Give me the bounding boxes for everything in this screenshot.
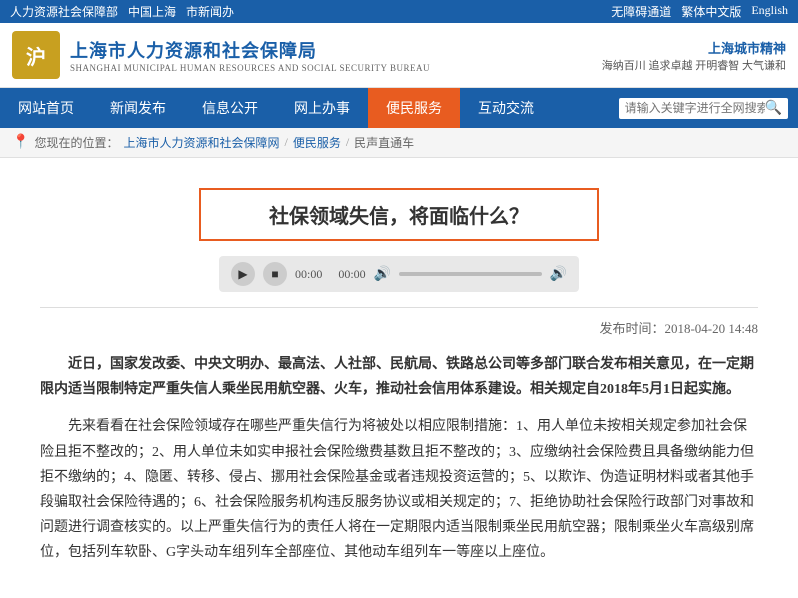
article-body: 近日，国家发改委、中央文明办、最高法、人社部、民航局、铁路总公司等多部门联合发布… xyxy=(40,352,758,566)
top-bar-accessibility[interactable]: 无障碍通道 xyxy=(611,3,671,20)
search-icon[interactable]: 🔍 xyxy=(765,100,782,117)
logo-title-cn: 上海市人力资源和社会保障局 xyxy=(70,37,430,63)
volume-max-icon: 🔊 xyxy=(550,266,567,283)
header-right: 上海城市精神 海纳百川 追求卓越 开明睿智 大气谦和 xyxy=(602,38,786,73)
nav-item-service[interactable]: 便民服务 xyxy=(368,88,460,128)
top-bar: 人力资源社会保障部 中国上海 市新闻办 无障碍通道 繁体中文版 English xyxy=(0,0,798,23)
breadcrumb-sep-1: / xyxy=(284,135,287,150)
search-bar: 🔍 xyxy=(619,98,788,119)
top-bar-traditional-chinese[interactable]: 繁体中文版 xyxy=(681,3,741,20)
nav-item-online[interactable]: 网上办事 xyxy=(276,88,368,128)
volume-icon[interactable]: 🔊 xyxy=(374,266,391,283)
breadcrumb-home[interactable]: 上海市人力资源和社会保障网 xyxy=(123,134,279,151)
nav-item-interact[interactable]: 互动交流 xyxy=(460,88,552,128)
breadcrumb-label: 您现在的位置： xyxy=(34,134,118,151)
top-bar-right: 无障碍通道 繁体中文版 English xyxy=(611,3,788,20)
nav-items: 网站首页 新闻发布 信息公开 网上办事 便民服务 互动交流 xyxy=(0,88,609,128)
nav-item-home[interactable]: 网站首页 xyxy=(0,88,92,128)
breadcrumb-sep-2: / xyxy=(346,135,349,150)
article-title-box: 社保领域失信，将面临什么？ xyxy=(199,188,599,241)
top-bar-left: 人力资源社会保障部 中国上海 市新闻办 xyxy=(10,3,234,20)
top-bar-link-news[interactable]: 市新闻办 xyxy=(186,3,234,20)
spirit-title: 上海城市精神 xyxy=(708,38,786,57)
top-bar-english[interactable]: English xyxy=(751,3,788,20)
logo-char: 沪 xyxy=(26,41,46,70)
audio-progress-bar[interactable] xyxy=(399,272,541,276)
search-input[interactable] xyxy=(625,101,765,115)
top-bar-link-hrss[interactable]: 人力资源社会保障部 xyxy=(10,3,118,20)
stop-button[interactable]: ■ xyxy=(263,262,287,286)
audio-time-end: 00:00 xyxy=(338,267,365,282)
header: 沪 上海市人力资源和社会保障局 SHANGHAI MUNICIPAL HUMAN… xyxy=(0,23,798,88)
logo-title-en: SHANGHAI MUNICIPAL HUMAN RESOURCES AND S… xyxy=(70,63,430,73)
logo-icon: 沪 xyxy=(12,31,60,79)
top-bar-link-shanghai[interactable]: 中国上海 xyxy=(128,3,176,20)
breadcrumb: 📍 您现在的位置： 上海市人力资源和社会保障网 / 便民服务 / 民声直通车 xyxy=(0,128,798,158)
divider-top xyxy=(40,307,758,308)
main-nav: 网站首页 新闻发布 信息公开 网上办事 便民服务 互动交流 🔍 xyxy=(0,88,798,128)
nav-item-info[interactable]: 信息公开 xyxy=(184,88,276,128)
play-button[interactable]: ▶ xyxy=(231,262,255,286)
article-paragraph-1: 近日，国家发改委、中央文明办、最高法、人社部、民航局、铁路总公司等多部门联合发布… xyxy=(40,352,758,402)
article-title: 社保领域失信，将面临什么？ xyxy=(269,206,529,228)
header-left: 沪 上海市人力资源和社会保障局 SHANGHAI MUNICIPAL HUMAN… xyxy=(12,31,430,79)
article-paragraph-2: 先来看看在社会保险领域存在哪些严重失信行为将被处以相应限制措施：1、用人单位未按… xyxy=(40,414,758,565)
logo-text: 上海市人力资源和社会保障局 SHANGHAI MUNICIPAL HUMAN R… xyxy=(70,37,430,73)
content-area: 社保领域失信，将面临什么？ ▶ ■ 00:00 00:00 🔊 🔊 发布时间：2… xyxy=(0,158,798,598)
breadcrumb-service[interactable]: 便民服务 xyxy=(293,134,341,151)
location-icon: 📍 xyxy=(12,134,29,151)
breadcrumb-current: 民声直通车 xyxy=(354,134,414,151)
audio-player: ▶ ■ 00:00 00:00 🔊 🔊 xyxy=(219,256,579,292)
spirit-subtitle: 海纳百川 追求卓越 开明睿智 大气谦和 xyxy=(602,57,786,73)
publish-time: 发布时间：2018-04-20 14:48 xyxy=(40,318,758,337)
audio-time-start: 00:00 xyxy=(295,267,322,282)
nav-item-news[interactable]: 新闻发布 xyxy=(92,88,184,128)
